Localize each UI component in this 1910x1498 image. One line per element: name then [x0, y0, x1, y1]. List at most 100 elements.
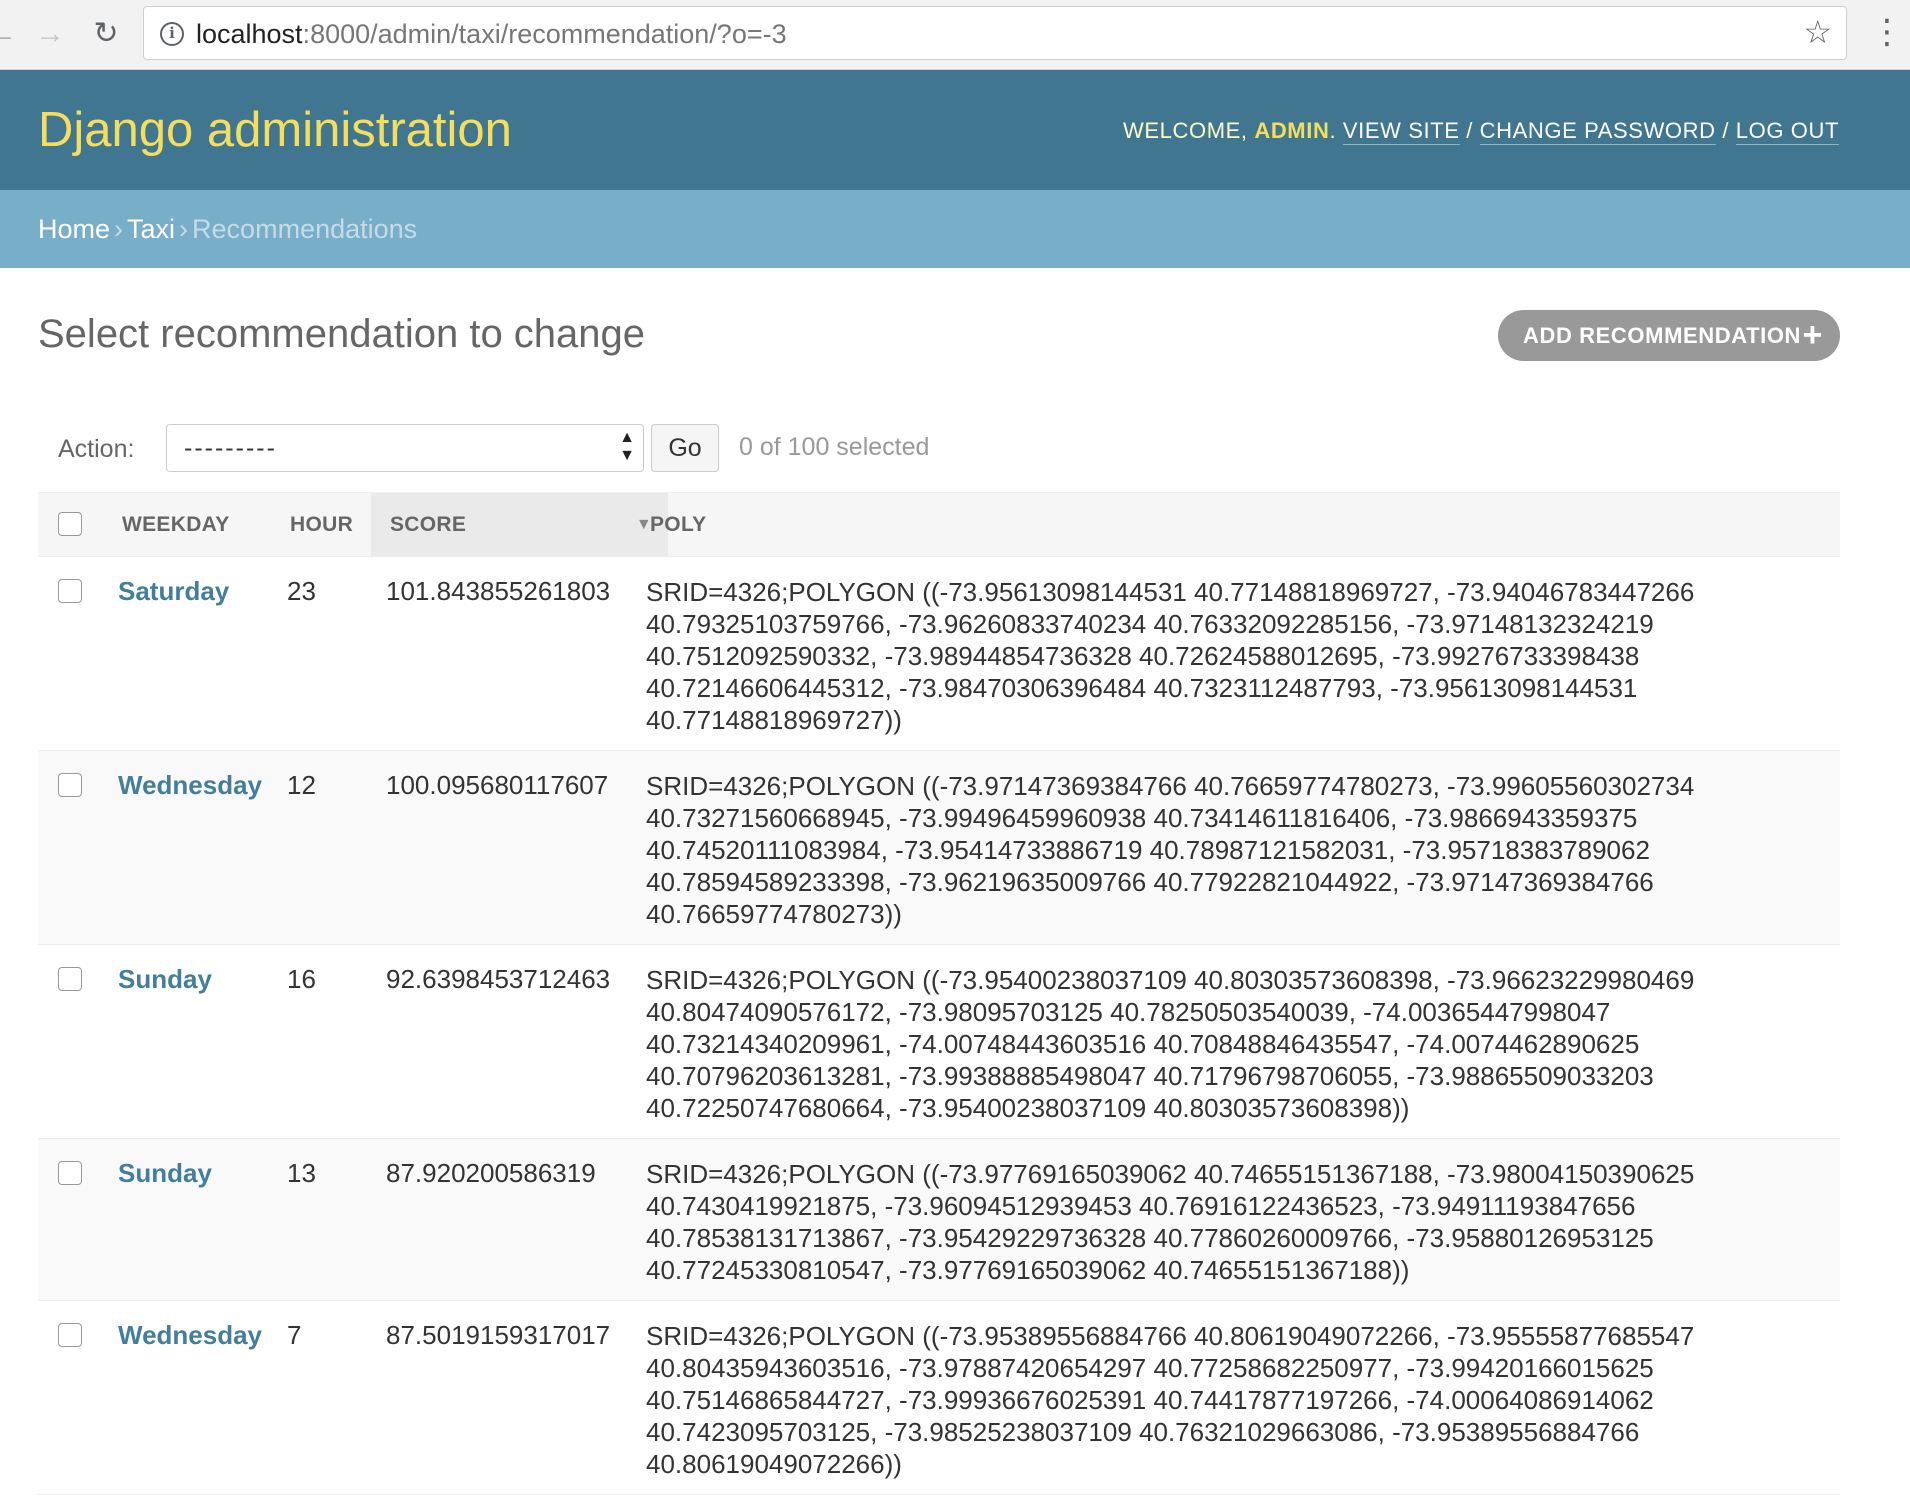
column-header-score-label: SCORE — [390, 513, 467, 536]
poly-line: 40.79325103759766, -73.96260833740234 40… — [646, 609, 1654, 639]
table-header: WEEKDAY HOUR SCORE ▼ POLY — [38, 492, 1840, 557]
url-host: localhost — [196, 19, 303, 49]
row-checkbox[interactable] — [58, 579, 82, 603]
poly-line: 40.7430419921875, -73.96094512939453 40.… — [646, 1191, 1636, 1221]
action-select-value: --------- — [184, 434, 277, 462]
results-table: WEEKDAY HOUR SCORE ▼ POLY Saturday 23 101.… — [38, 492, 1840, 1495]
forward-arrow-icon[interactable]: → — [30, 14, 70, 54]
user-tools: WELCOME, ADMIN. VIEW SITE / CHANGE PASSW… — [1123, 118, 1839, 145]
breadcrumb: Home › Taxi › Recommendations — [0, 190, 1910, 268]
row-checkbox[interactable] — [58, 1161, 82, 1185]
hour-cell: 16 — [287, 964, 316, 994]
table-body: Saturday 23 101.843855261803 SRID=4326;POLY… — [38, 557, 1840, 1495]
poly-line: 40.77148818969727)) — [646, 705, 902, 735]
poly-line: 40.7512092590332, -73.98944854736328 40.… — [646, 641, 1640, 671]
weekday-link[interactable]: Wednesday — [118, 770, 262, 801]
welcome-text: WELCOME, — [1123, 118, 1248, 143]
column-header-poly[interactable]: POLY — [650, 493, 706, 556]
weekday-link[interactable]: Saturday — [118, 576, 229, 607]
action-label: Action: — [58, 435, 135, 463]
poly-line: 40.75146865844727, -73.99936676025391 40… — [646, 1385, 1654, 1415]
table-row: Sunday 13 87.920200586319 SRID=4326;POLYGON… — [38, 1139, 1840, 1301]
weekday-link[interactable]: Sunday — [118, 1158, 212, 1189]
selected-count: 0 of 100 selected — [739, 433, 930, 461]
breadcrumb-taxi[interactable]: Taxi — [127, 214, 175, 244]
log-out-link[interactable]: LOG OUT — [1735, 118, 1839, 145]
poly-line: 40.80619049072266)) — [646, 1449, 902, 1479]
poly-line: SRID=4326;POLYGON ((-73.97147369384766 4… — [646, 771, 1695, 801]
browser-menu-icon[interactable]: ⋮ — [1870, 12, 1904, 56]
back-arrow-icon[interactable]: ← — [0, 14, 22, 54]
view-site-link[interactable]: VIEW SITE — [1342, 118, 1460, 145]
poly-line: 40.77245330810547, -73.97769165039062 40… — [646, 1255, 1410, 1285]
poly-line: 40.80474090576172, -73.98095703125 40.78… — [646, 997, 1611, 1027]
poly-cell: SRID=4326;POLYGON ((-73.97147369384766 4… — [646, 751, 1706, 944]
select-all-checkbox[interactable] — [58, 512, 82, 536]
poly-line: SRID=4326;POLYGON ((-73.97769165039062 4… — [646, 1159, 1695, 1189]
table-row: Wednesday 7 87.5019159317017 SRID=4326;POLY… — [38, 1301, 1840, 1495]
hour-cell: 12 — [287, 770, 316, 800]
poly-line: 40.73271560668945, -73.99496459960938 40… — [646, 803, 1638, 833]
actions-bar: Action: --------- ▲ ▼ Go 0 of 100 selecte… — [38, 420, 1840, 480]
add-recommendation-label: ADD RECOMMENDATION — [1523, 323, 1802, 348]
poly-line: 40.80435943603516, -73.97887420654297 40… — [646, 1353, 1654, 1383]
admin-header: Django administration WELCOME, ADMIN. VI… — [0, 70, 1910, 190]
reload-icon[interactable]: ↻ — [86, 14, 126, 54]
url-path: :8000/admin/taxi/recommendation/?o=-3 — [302, 19, 787, 49]
table-row: Sunday 16 92.6398453712463 SRID=4326;POLYGO… — [38, 945, 1840, 1139]
breadcrumb-current: Recommendations — [192, 214, 418, 244]
change-password-link[interactable]: CHANGE PASSWORD — [1479, 118, 1716, 145]
breadcrumb-separator: › — [114, 214, 124, 244]
poly-line: 40.70796203613281, -73.99388885498047 40… — [646, 1061, 1654, 1091]
weekday-link[interactable]: Sunday — [118, 964, 212, 995]
breadcrumb-home[interactable]: Home — [38, 214, 110, 244]
score-cell: 87.5019159317017 — [386, 1320, 611, 1350]
row-checkbox[interactable] — [58, 1323, 82, 1347]
poly-line: SRID=4326;POLYGON ((-73.95400238037109 4… — [646, 965, 1695, 995]
select-arrows-icon: ▲ ▼ — [619, 429, 635, 464]
page-title: Select recommendation to change — [38, 312, 646, 356]
score-cell: 92.6398453712463 — [386, 964, 611, 994]
poly-line: 40.78538131713867, -73.95429229736328 40… — [646, 1223, 1654, 1253]
poly-line: 40.78594589233398, -73.96219635009766 40… — [646, 867, 1654, 897]
column-header-hour[interactable]: HOUR — [290, 493, 353, 556]
url-text[interactable]: localhost:8000/admin/taxi/recommendation… — [196, 19, 787, 50]
bookmark-star-icon[interactable]: ☆ — [1803, 13, 1832, 51]
weekday-link[interactable]: Wednesday — [118, 1320, 262, 1351]
score-cell: 100.095680117607 — [386, 770, 609, 800]
address-bar[interactable]: i localhost:8000/admin/taxi/recommendati… — [143, 6, 1847, 60]
hour-cell: 13 — [287, 1158, 316, 1188]
hour-cell: 23 — [287, 576, 316, 606]
poly-line: 40.72146606445312, -73.98470306396484 40… — [646, 673, 1638, 703]
go-button[interactable]: Go — [651, 424, 719, 472]
action-select[interactable]: --------- ▲ ▼ — [166, 424, 644, 472]
poly-line: SRID=4326;POLYGON ((-73.95613098144531 4… — [646, 577, 1695, 607]
poly-line: 40.7423095703125, -73.98525238037109 40.… — [646, 1417, 1640, 1447]
row-checkbox[interactable] — [58, 967, 82, 991]
table-row: Saturday 23 101.843855261803 SRID=4326;POLY… — [38, 557, 1840, 751]
site-title[interactable]: Django administration — [38, 102, 512, 158]
plus-icon: + — [1802, 316, 1823, 354]
poly-line: 40.76659774780273)) — [646, 899, 902, 929]
score-cell: 87.920200586319 — [386, 1158, 596, 1188]
poly-cell: SRID=4326;POLYGON ((-73.95613098144531 4… — [646, 557, 1706, 750]
score-cell: 101.843855261803 — [386, 576, 611, 606]
table-row: Wednesday 12 100.095680117607 SRID=4326;POL… — [38, 751, 1840, 945]
info-icon[interactable]: i — [160, 22, 184, 46]
poly-line: 40.73214340209961, -74.00748443603516 40… — [646, 1029, 1640, 1059]
poly-cell: SRID=4326;POLYGON ((-73.95400238037109 4… — [646, 945, 1706, 1138]
breadcrumb-separator: › — [179, 214, 189, 244]
poly-line: 40.72250747680664, -73.95400238037109 40… — [646, 1093, 1410, 1123]
browser-toolbar: ← → ↻ i localhost:8000/admin/taxi/recomm… — [0, 0, 1910, 70]
column-header-weekday[interactable]: WEEKDAY — [122, 493, 230, 556]
poly-cell: SRID=4326;POLYGON ((-73.97769165039062 4… — [646, 1139, 1706, 1300]
add-recommendation-button[interactable]: ADD RECOMMENDATION + — [1498, 310, 1840, 361]
poly-cell: SRID=4326;POLYGON ((-73.95389556884766 4… — [646, 1301, 1706, 1494]
select-all-header — [38, 493, 108, 556]
username: ADMIN — [1254, 118, 1330, 143]
hour-cell: 7 — [287, 1320, 302, 1350]
column-header-score[interactable]: SCORE ▼ — [371, 493, 668, 556]
poly-line: SRID=4326;POLYGON ((-73.95389556884766 4… — [646, 1321, 1695, 1351]
poly-line: 40.74520111083984, -73.95414733886719 40… — [646, 835, 1650, 865]
row-checkbox[interactable] — [58, 773, 82, 797]
